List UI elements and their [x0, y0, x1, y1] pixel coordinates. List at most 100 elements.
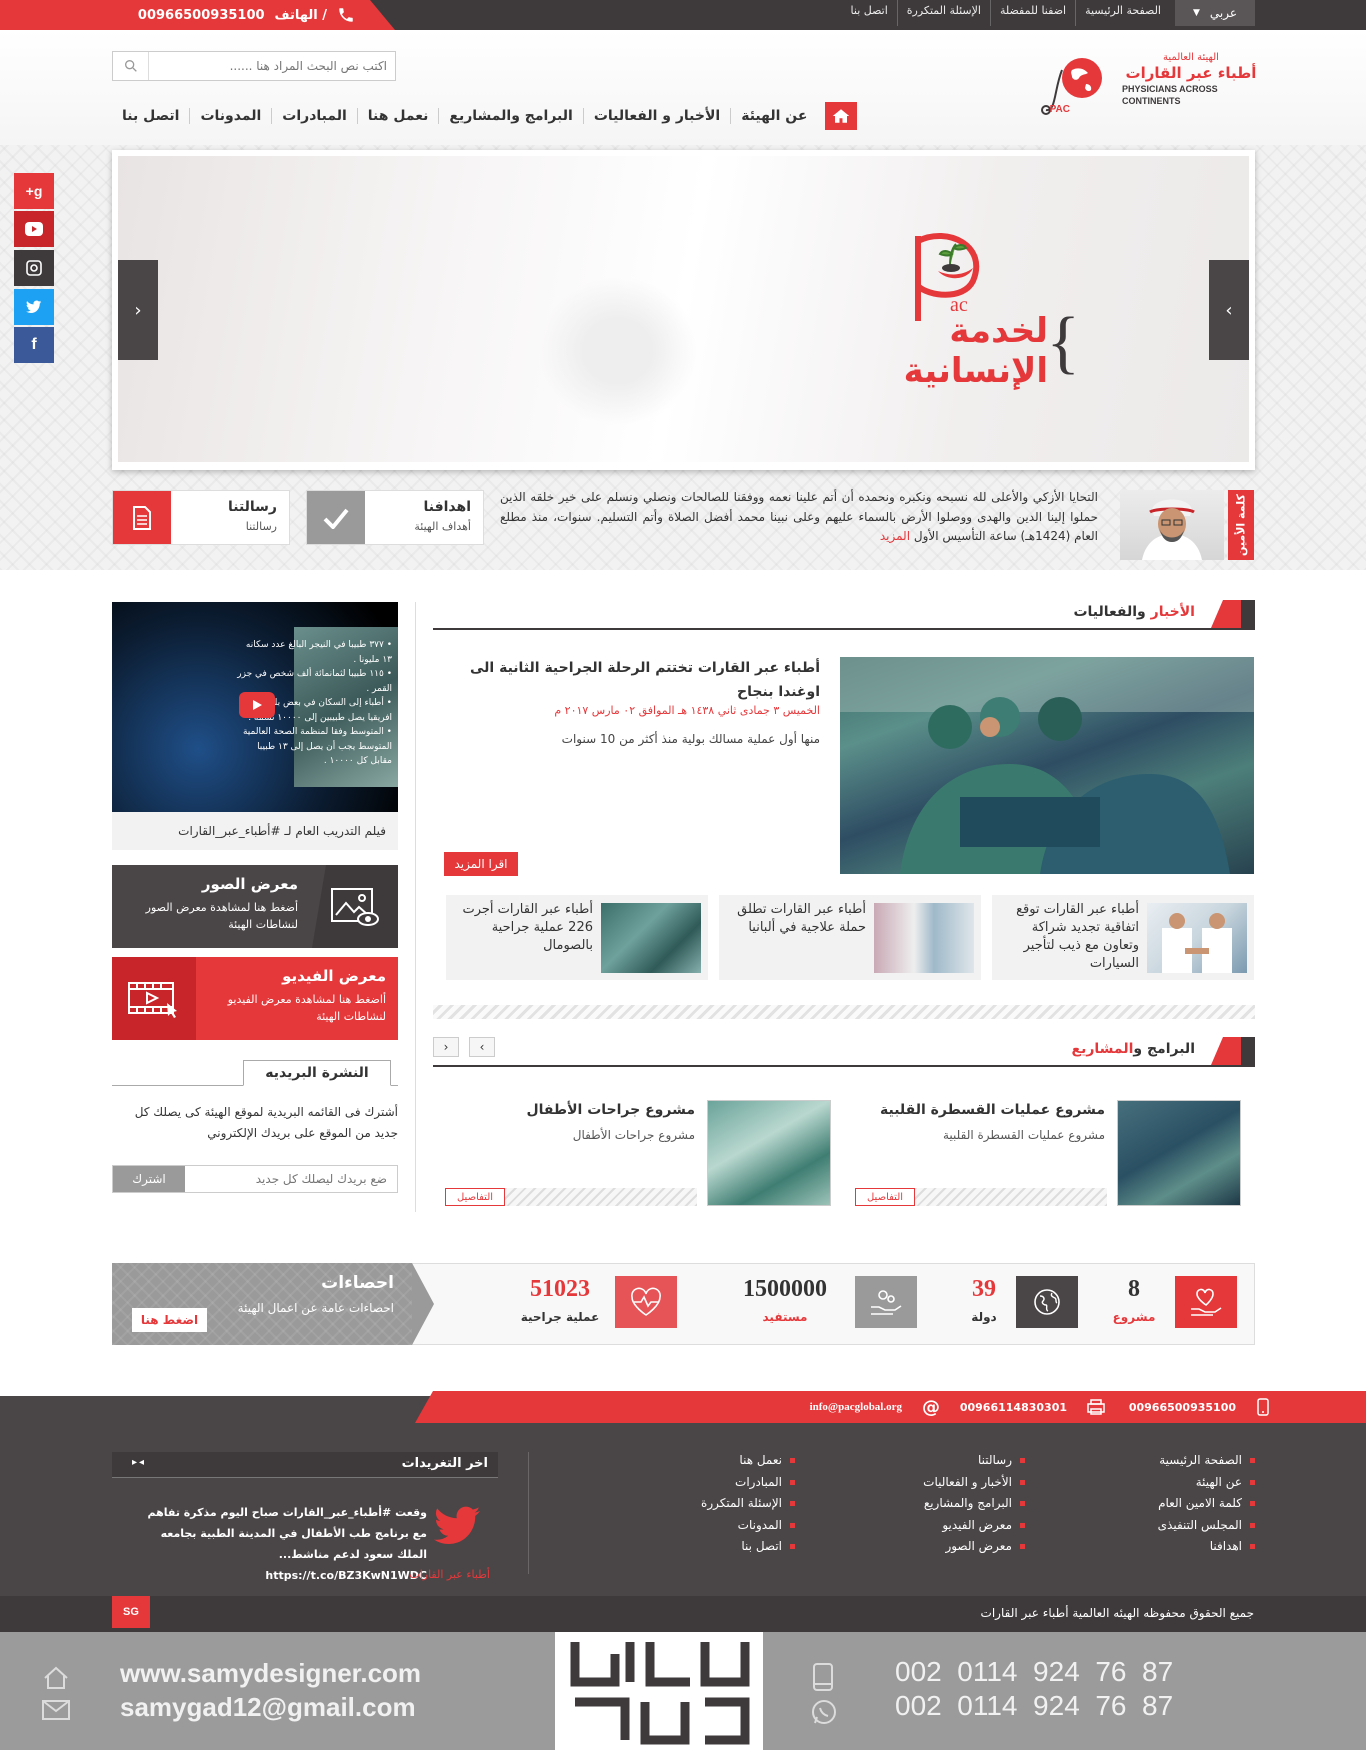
footer-link[interactable]: معرض الصور: [875, 1536, 1025, 1558]
small-news-3-title: أطباء عبر القارات أجرت 226 عملية جراحية …: [462, 902, 593, 953]
goals-icon-tile: [307, 491, 365, 544]
mission-box[interactable]: رسالتنا رسالتنا: [112, 490, 290, 545]
mobile-outline-icon: [813, 1663, 833, 1691]
footer-link[interactable]: اهدافنا: [1090, 1536, 1255, 1558]
read-more-button[interactable]: اقرا المزيد: [444, 852, 518, 876]
social-twitter[interactable]: [14, 289, 54, 325]
language-select[interactable]: عربي ▼: [1175, 0, 1255, 26]
designer-badge[interactable]: SG: [112, 1596, 150, 1628]
heart-hand-icon: [1191, 1288, 1222, 1316]
program-1-details-button[interactable]: التفاصيل: [855, 1188, 915, 1206]
small-news-2-image: [874, 903, 974, 973]
mission-title: رسالتنا: [227, 499, 277, 515]
small-news-2[interactable]: أطباء عبر القارات تطلق حملة علاجية في أل…: [719, 895, 981, 980]
nav-about[interactable]: عن الهيئة: [730, 108, 817, 124]
gm-more-link[interactable]: المزيد: [880, 529, 910, 543]
top-link-faq[interactable]: الإسئلة المتكررة: [896, 0, 990, 26]
social-googleplus[interactable]: g+: [14, 173, 54, 209]
programs-heading-rest: البرامج و: [1133, 1041, 1195, 1057]
header-stripe-red: [1211, 1037, 1241, 1065]
slider-next-button[interactable]: ›: [1209, 260, 1249, 360]
nav-news[interactable]: الأخبار و الفعاليات: [582, 108, 730, 124]
nav-work-here[interactable]: نعمل هنا: [356, 108, 439, 124]
small-news-1[interactable]: أطباء عبر القارات توقع اتفاقية تجديد شرا…: [992, 895, 1254, 980]
footer-link[interactable]: معرض الفيديو: [875, 1515, 1025, 1537]
social-facebook[interactable]: f: [14, 327, 54, 363]
social-youtube[interactable]: [14, 211, 54, 247]
footer-link[interactable]: الأخبار و الفعاليات: [875, 1472, 1025, 1494]
at-icon: @: [922, 1396, 940, 1418]
mobile-icon: [1257, 1398, 1269, 1416]
image-gallery-icon: [331, 887, 379, 926]
chevron-left-icon: ◂: [139, 1457, 147, 1468]
top-links: الصفحة الرئيسية اضفنا للمفضلة الإسئلة ال…: [830, 0, 1170, 26]
tweets-nav-button[interactable]: ◂▸: [132, 1457, 146, 1468]
video-gallery-icon: [128, 981, 177, 1018]
stat-projects-value: 8: [1128, 1276, 1140, 1302]
person-avatar-icon: [1142, 499, 1202, 560]
footer-link[interactable]: المجلس التنفيذى: [1090, 1515, 1255, 1537]
video-player[interactable]: • ٣٧٧ طبيبا في النيجر البالغ عدد سكانه ١…: [112, 602, 398, 812]
stat-surgeries-value: 51023: [530, 1276, 590, 1302]
footer-email[interactable]: @ info@pacglobal.org: [755, 1391, 940, 1423]
nav-home-button[interactable]: [825, 102, 857, 130]
video-line: • ٣٧٧ طبيبا في النيجر البالغ عدد سكانه: [245, 640, 392, 650]
footer-link[interactable]: البرامج والمشاريع: [875, 1493, 1025, 1515]
top-link-bookmark[interactable]: اضفنا للمفضلة: [989, 0, 1075, 26]
nav-initiatives[interactable]: المبادرات: [271, 108, 357, 124]
nav-blogs[interactable]: المدونات: [189, 108, 271, 124]
footer-link[interactable]: عن الهيئة: [1090, 1472, 1255, 1494]
programs-next-button[interactable]: ›: [469, 1037, 495, 1057]
search-button[interactable]: [113, 52, 149, 80]
top-link-contact[interactable]: اتصل بنا: [842, 0, 897, 26]
designer-email: samygad12@gmail.com: [120, 1692, 416, 1722]
social-instagram[interactable]: [14, 250, 54, 286]
newsletter-email-input[interactable]: [185, 1166, 397, 1192]
footer-link[interactable]: رسالتنا: [875, 1450, 1025, 1472]
tweet-author[interactable]: أطباء عبر القارات: [330, 1568, 490, 1581]
program-card-2[interactable]: مشروع جراحات الأطفال مشروع جراحات الأطفا…: [445, 1100, 835, 1210]
footer-link[interactable]: الإسئلة المتكررة: [660, 1493, 795, 1515]
program-2-sub: مشروع جراحات الأطفال: [572, 1128, 695, 1142]
logo-en-1: PHYSICIANS ACROSS: [1122, 84, 1218, 94]
nav-programs[interactable]: البرامج والمشاريع: [438, 108, 582, 124]
photo-gallery-box[interactable]: معرض الصور أضغط هنا لمشاهدة معرض الصور ل…: [112, 865, 398, 948]
copyright-text: جميع الحقوق محفوظه الهيئه العالمية أطباء…: [980, 1606, 1254, 1620]
nav-contact[interactable]: اتصل بنا: [112, 108, 189, 124]
goals-sub: أهداف الهيئة: [414, 520, 471, 533]
footer-mobile[interactable]: 00966500935100: [1110, 1391, 1270, 1423]
small-news-3[interactable]: أطباء عبر القارات أجرت 226 عملية جراحية …: [446, 895, 708, 980]
footer-fax-number: 00966114830301: [959, 1400, 1067, 1414]
video-gallery-box[interactable]: معرض الفيديو أاضغط هنا لمشاهدة معرض الفي…: [112, 957, 398, 1040]
main-news-image[interactable]: [840, 657, 1254, 874]
search-input[interactable]: [149, 52, 395, 80]
slide-logo: ac لخدمة الإنسانية }: [888, 226, 1088, 396]
newsletter-subscribe-button[interactable]: اشترك: [113, 1166, 185, 1192]
footer-link[interactable]: اتصل بنا: [660, 1536, 795, 1558]
stat-beneficiaries-icon-tile: [855, 1276, 917, 1328]
vgallery-sub: أاضغط هنا لمشاهدة معرض الفيديو لنشاطات ا…: [227, 993, 386, 1023]
footer-link[interactable]: نعمل هنا: [660, 1450, 795, 1472]
footer-link[interactable]: كلمة الامين العام: [1090, 1493, 1255, 1515]
small-news-1-image: [1147, 903, 1247, 973]
main-news-title[interactable]: أطباء عبر القارات تختتم الرحلة الجراحية …: [445, 656, 820, 704]
slider-prev-button[interactable]: ‹: [118, 260, 158, 360]
plant-hand-icon: [915, 233, 980, 321]
video-play-button[interactable]: [239, 692, 275, 718]
logo[interactable]: PAC الهيئة العالمية أطباء عبر القارات PH…: [1040, 50, 1260, 125]
footer-link[interactable]: المدونات: [660, 1515, 795, 1537]
footer-fax[interactable]: 00966114830301: [945, 1391, 1105, 1423]
stats-click-button[interactable]: اضغط هنا: [132, 1308, 207, 1332]
programs-prev-button[interactable]: ‹: [433, 1037, 459, 1057]
top-link-home[interactable]: الصفحة الرئيسية: [1075, 0, 1170, 26]
phone-strip: 00966500935100 الهاتف /: [0, 0, 395, 30]
goals-box[interactable]: اهدافنا أهداف الهيئة: [306, 490, 484, 545]
phone-number[interactable]: 00966500935100: [138, 8, 265, 23]
footer-link[interactable]: المبادرات: [660, 1472, 795, 1494]
program-2-details-button[interactable]: التفاصيل: [445, 1188, 505, 1206]
gm-message-label[interactable]: كلمة الأمين: [1228, 490, 1254, 560]
handshake-illustration: [1162, 913, 1232, 973]
section-separator: [433, 1005, 1255, 1019]
footer-link[interactable]: الصفحة الرئيسية: [1090, 1450, 1255, 1472]
program-card-1[interactable]: مشروع عمليات القسطرة القلبية مشروع عمليا…: [855, 1100, 1245, 1210]
